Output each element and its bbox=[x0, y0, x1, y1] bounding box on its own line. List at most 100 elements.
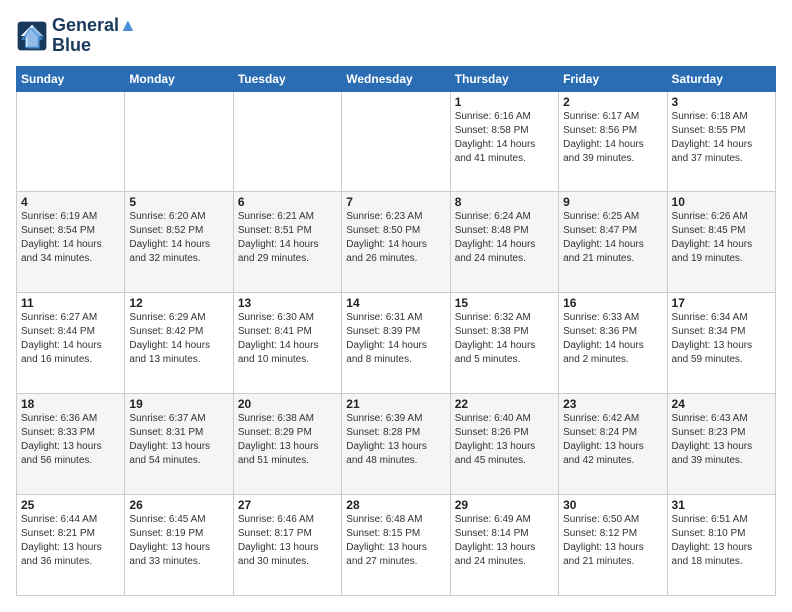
day-number: 9 bbox=[563, 195, 662, 209]
day-number: 6 bbox=[238, 195, 337, 209]
day-number: 21 bbox=[346, 397, 445, 411]
day-info: Sunrise: 6:31 AM Sunset: 8:39 PM Dayligh… bbox=[346, 311, 445, 367]
day-number: 24 bbox=[672, 397, 771, 411]
calendar-cell: 18Sunrise: 6:36 AM Sunset: 8:33 PM Dayli… bbox=[17, 394, 125, 495]
day-info: Sunrise: 6:26 AM Sunset: 8:45 PM Dayligh… bbox=[672, 210, 771, 266]
logo-text: General▲ Blue bbox=[52, 16, 137, 56]
day-info: Sunrise: 6:46 AM Sunset: 8:17 PM Dayligh… bbox=[238, 513, 337, 569]
calendar-cell: 23Sunrise: 6:42 AM Sunset: 8:24 PM Dayli… bbox=[559, 394, 667, 495]
day-number: 1 bbox=[455, 95, 554, 109]
page: General▲ Blue SundayMondayTuesdayWednesd… bbox=[0, 0, 792, 612]
day-number: 5 bbox=[129, 195, 228, 209]
calendar-cell: 17Sunrise: 6:34 AM Sunset: 8:34 PM Dayli… bbox=[667, 293, 775, 394]
day-info: Sunrise: 6:27 AM Sunset: 8:44 PM Dayligh… bbox=[21, 311, 120, 367]
column-header-monday: Monday bbox=[125, 66, 233, 91]
day-info: Sunrise: 6:34 AM Sunset: 8:34 PM Dayligh… bbox=[672, 311, 771, 367]
day-number: 30 bbox=[563, 498, 662, 512]
day-info: Sunrise: 6:51 AM Sunset: 8:10 PM Dayligh… bbox=[672, 513, 771, 569]
column-header-wednesday: Wednesday bbox=[342, 66, 450, 91]
day-info: Sunrise: 6:25 AM Sunset: 8:47 PM Dayligh… bbox=[563, 210, 662, 266]
day-info: Sunrise: 6:17 AM Sunset: 8:56 PM Dayligh… bbox=[563, 110, 662, 166]
day-number: 22 bbox=[455, 397, 554, 411]
calendar-cell: 3Sunrise: 6:18 AM Sunset: 8:55 PM Daylig… bbox=[667, 91, 775, 192]
calendar-cell: 5Sunrise: 6:20 AM Sunset: 8:52 PM Daylig… bbox=[125, 192, 233, 293]
logo-line2: Blue bbox=[52, 36, 137, 56]
day-info: Sunrise: 6:42 AM Sunset: 8:24 PM Dayligh… bbox=[563, 412, 662, 468]
calendar-cell bbox=[233, 91, 341, 192]
day-info: Sunrise: 6:24 AM Sunset: 8:48 PM Dayligh… bbox=[455, 210, 554, 266]
day-number: 19 bbox=[129, 397, 228, 411]
calendar: SundayMondayTuesdayWednesdayThursdayFrid… bbox=[16, 66, 776, 596]
day-info: Sunrise: 6:32 AM Sunset: 8:38 PM Dayligh… bbox=[455, 311, 554, 367]
calendar-cell bbox=[125, 91, 233, 192]
day-info: Sunrise: 6:40 AM Sunset: 8:26 PM Dayligh… bbox=[455, 412, 554, 468]
calendar-cell: 6Sunrise: 6:21 AM Sunset: 8:51 PM Daylig… bbox=[233, 192, 341, 293]
day-info: Sunrise: 6:29 AM Sunset: 8:42 PM Dayligh… bbox=[129, 311, 228, 367]
calendar-week-5: 25Sunrise: 6:44 AM Sunset: 8:21 PM Dayli… bbox=[17, 495, 776, 596]
calendar-cell: 15Sunrise: 6:32 AM Sunset: 8:38 PM Dayli… bbox=[450, 293, 558, 394]
calendar-cell: 19Sunrise: 6:37 AM Sunset: 8:31 PM Dayli… bbox=[125, 394, 233, 495]
logo: General▲ Blue bbox=[16, 16, 137, 56]
calendar-cell: 24Sunrise: 6:43 AM Sunset: 8:23 PM Dayli… bbox=[667, 394, 775, 495]
calendar-cell: 14Sunrise: 6:31 AM Sunset: 8:39 PM Dayli… bbox=[342, 293, 450, 394]
day-number: 20 bbox=[238, 397, 337, 411]
day-number: 11 bbox=[21, 296, 120, 310]
day-info: Sunrise: 6:48 AM Sunset: 8:15 PM Dayligh… bbox=[346, 513, 445, 569]
day-number: 14 bbox=[346, 296, 445, 310]
day-info: Sunrise: 6:39 AM Sunset: 8:28 PM Dayligh… bbox=[346, 412, 445, 468]
day-info: Sunrise: 6:43 AM Sunset: 8:23 PM Dayligh… bbox=[672, 412, 771, 468]
calendar-cell: 16Sunrise: 6:33 AM Sunset: 8:36 PM Dayli… bbox=[559, 293, 667, 394]
calendar-week-1: 1Sunrise: 6:16 AM Sunset: 8:58 PM Daylig… bbox=[17, 91, 776, 192]
day-number: 17 bbox=[672, 296, 771, 310]
calendar-cell: 12Sunrise: 6:29 AM Sunset: 8:42 PM Dayli… bbox=[125, 293, 233, 394]
calendar-cell: 30Sunrise: 6:50 AM Sunset: 8:12 PM Dayli… bbox=[559, 495, 667, 596]
calendar-cell: 9Sunrise: 6:25 AM Sunset: 8:47 PM Daylig… bbox=[559, 192, 667, 293]
day-number: 27 bbox=[238, 498, 337, 512]
calendar-cell: 8Sunrise: 6:24 AM Sunset: 8:48 PM Daylig… bbox=[450, 192, 558, 293]
calendar-cell: 7Sunrise: 6:23 AM Sunset: 8:50 PM Daylig… bbox=[342, 192, 450, 293]
day-number: 26 bbox=[129, 498, 228, 512]
day-number: 23 bbox=[563, 397, 662, 411]
day-number: 7 bbox=[346, 195, 445, 209]
calendar-cell: 28Sunrise: 6:48 AM Sunset: 8:15 PM Dayli… bbox=[342, 495, 450, 596]
column-header-thursday: Thursday bbox=[450, 66, 558, 91]
calendar-header-row: SundayMondayTuesdayWednesdayThursdayFrid… bbox=[17, 66, 776, 91]
day-number: 8 bbox=[455, 195, 554, 209]
day-number: 4 bbox=[21, 195, 120, 209]
calendar-week-2: 4Sunrise: 6:19 AM Sunset: 8:54 PM Daylig… bbox=[17, 192, 776, 293]
day-number: 16 bbox=[563, 296, 662, 310]
day-number: 10 bbox=[672, 195, 771, 209]
calendar-cell: 1Sunrise: 6:16 AM Sunset: 8:58 PM Daylig… bbox=[450, 91, 558, 192]
day-number: 13 bbox=[238, 296, 337, 310]
calendar-cell: 27Sunrise: 6:46 AM Sunset: 8:17 PM Dayli… bbox=[233, 495, 341, 596]
day-number: 29 bbox=[455, 498, 554, 512]
calendar-week-4: 18Sunrise: 6:36 AM Sunset: 8:33 PM Dayli… bbox=[17, 394, 776, 495]
day-info: Sunrise: 6:16 AM Sunset: 8:58 PM Dayligh… bbox=[455, 110, 554, 166]
column-header-tuesday: Tuesday bbox=[233, 66, 341, 91]
day-number: 2 bbox=[563, 95, 662, 109]
calendar-cell: 20Sunrise: 6:38 AM Sunset: 8:29 PM Dayli… bbox=[233, 394, 341, 495]
column-header-friday: Friday bbox=[559, 66, 667, 91]
day-info: Sunrise: 6:33 AM Sunset: 8:36 PM Dayligh… bbox=[563, 311, 662, 367]
day-number: 12 bbox=[129, 296, 228, 310]
day-info: Sunrise: 6:19 AM Sunset: 8:54 PM Dayligh… bbox=[21, 210, 120, 266]
day-number: 25 bbox=[21, 498, 120, 512]
calendar-cell: 25Sunrise: 6:44 AM Sunset: 8:21 PM Dayli… bbox=[17, 495, 125, 596]
column-header-saturday: Saturday bbox=[667, 66, 775, 91]
calendar-cell: 29Sunrise: 6:49 AM Sunset: 8:14 PM Dayli… bbox=[450, 495, 558, 596]
calendar-cell: 4Sunrise: 6:19 AM Sunset: 8:54 PM Daylig… bbox=[17, 192, 125, 293]
day-number: 31 bbox=[672, 498, 771, 512]
day-info: Sunrise: 6:21 AM Sunset: 8:51 PM Dayligh… bbox=[238, 210, 337, 266]
day-info: Sunrise: 6:38 AM Sunset: 8:29 PM Dayligh… bbox=[238, 412, 337, 468]
calendar-cell: 11Sunrise: 6:27 AM Sunset: 8:44 PM Dayli… bbox=[17, 293, 125, 394]
calendar-cell: 13Sunrise: 6:30 AM Sunset: 8:41 PM Dayli… bbox=[233, 293, 341, 394]
header: General▲ Blue bbox=[16, 16, 776, 56]
calendar-cell: 2Sunrise: 6:17 AM Sunset: 8:56 PM Daylig… bbox=[559, 91, 667, 192]
calendar-week-3: 11Sunrise: 6:27 AM Sunset: 8:44 PM Dayli… bbox=[17, 293, 776, 394]
day-number: 28 bbox=[346, 498, 445, 512]
day-info: Sunrise: 6:18 AM Sunset: 8:55 PM Dayligh… bbox=[672, 110, 771, 166]
logo-line1: General▲ bbox=[52, 16, 137, 36]
day-info: Sunrise: 6:37 AM Sunset: 8:31 PM Dayligh… bbox=[129, 412, 228, 468]
day-info: Sunrise: 6:20 AM Sunset: 8:52 PM Dayligh… bbox=[129, 210, 228, 266]
day-number: 18 bbox=[21, 397, 120, 411]
